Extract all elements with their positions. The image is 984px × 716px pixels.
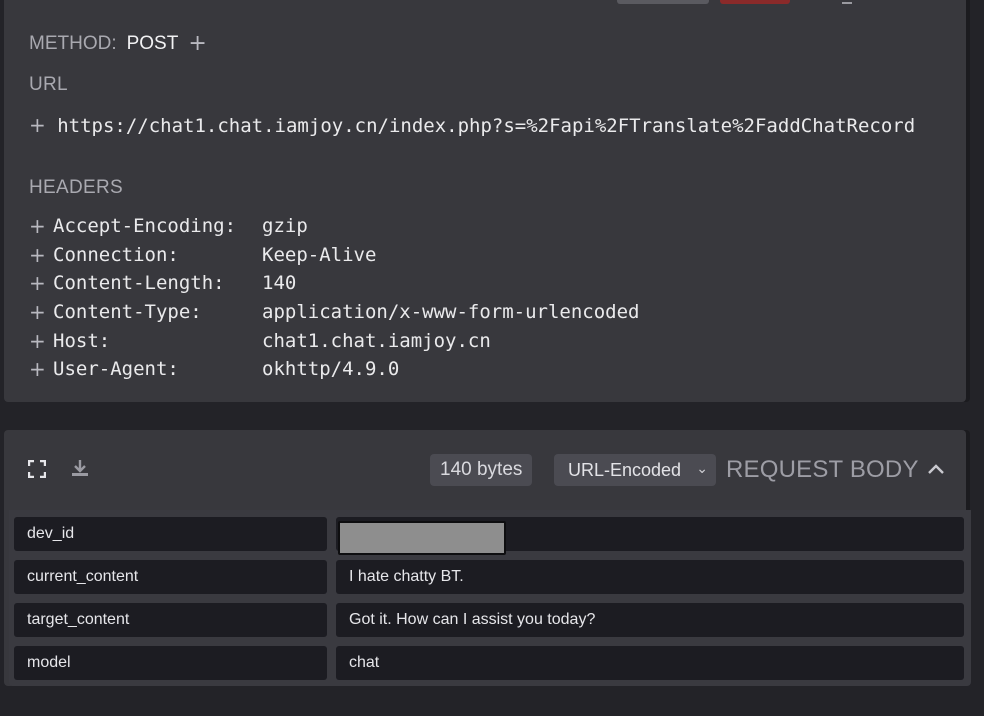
header-value: Keep-Alive	[262, 243, 377, 266]
add-header-icon[interactable]: +	[29, 302, 53, 322]
body-value-cell[interactable]	[336, 517, 964, 555]
header-row: + Host: chat1.chat.iamjoy.cn	[29, 326, 640, 355]
add-header-icon[interactable]: +	[29, 331, 53, 351]
body-value-cell[interactable]: Got it. How can I assist you today?	[336, 603, 964, 637]
header-row: + User-Agent: okhttp/4.9.0	[29, 355, 640, 384]
header-name: Content-Type:	[53, 301, 202, 324]
header-name: Accept-Encoding:	[53, 215, 237, 238]
body-key-cell[interactable]: model	[14, 646, 327, 680]
encoding-select[interactable]: URL-Encoded ⌄	[554, 454, 716, 486]
url-label: URL	[29, 74, 68, 95]
header-row: + Content-Type: application/x-www-form-u…	[29, 298, 640, 327]
partial-delete-button[interactable]	[720, 0, 790, 4]
request-body-panel: 140 bytes URL-Encoded ⌄ REQUEST BODY dev…	[4, 430, 971, 686]
encoding-select-value: URL-Encoded	[568, 459, 682, 480]
request-details-panel: METHOD: POST + URL + https://chat1.chat.…	[4, 0, 966, 402]
chevron-up-icon[interactable]	[925, 460, 947, 478]
add-header-icon[interactable]: +	[29, 273, 53, 293]
add-header-icon[interactable]: +	[29, 216, 53, 236]
method-label: METHOD:	[29, 33, 117, 54]
header-row: + Connection: Keep-Alive	[29, 241, 640, 270]
header-name: Connection:	[53, 243, 179, 266]
body-size-badge: 140 bytes	[430, 454, 533, 486]
header-value: chat1.chat.iamjoy.cn	[262, 329, 491, 352]
header-row: + Accept-Encoding: gzip	[29, 212, 640, 241]
headers-list: + Accept-Encoding: gzip + Connection: Ke…	[29, 212, 640, 384]
chevron-down-icon: ⌄	[696, 460, 708, 476]
body-key-cell[interactable]: target_content	[14, 603, 327, 637]
partial-icon	[842, 0, 852, 4]
download-icon[interactable]	[70, 458, 90, 478]
request-body-title: REQUEST BODY	[726, 456, 919, 483]
fullscreen-icon[interactable]	[28, 460, 46, 478]
request-body-table: dev_id current_content I hate chatty BT.…	[9, 510, 971, 686]
url-value: + https://chat1.chat.iamjoy.cn/index.php…	[29, 115, 949, 137]
method-row: METHOD: POST +	[29, 33, 207, 55]
url-text: https://chat1.chat.iamjoy.cn/index.php?s…	[57, 115, 916, 137]
body-key-cell[interactable]: dev_id	[14, 517, 327, 551]
add-header-icon[interactable]: +	[29, 359, 53, 379]
method-value: POST	[126, 33, 179, 54]
partial-button[interactable]	[617, 0, 709, 4]
headers-label: HEADERS	[29, 177, 123, 198]
header-value: gzip	[262, 215, 308, 238]
header-name: Content-Length:	[53, 272, 225, 295]
redacted-block	[338, 521, 506, 555]
add-header-icon[interactable]: +	[29, 245, 53, 265]
body-value-cell[interactable]: chat	[336, 646, 964, 680]
header-row: + Content-Length: 140	[29, 269, 640, 298]
body-key-cell[interactable]: current_content	[14, 560, 327, 594]
header-value: okhttp/4.9.0	[262, 358, 400, 381]
request-body-toolbar: 140 bytes URL-Encoded ⌄ REQUEST BODY	[4, 430, 966, 510]
header-name: Host:	[53, 329, 111, 352]
header-value: 140	[262, 272, 297, 295]
header-value: application/x-www-form-urlencoded	[262, 301, 640, 324]
body-value-cell[interactable]: I hate chatty BT.	[336, 560, 964, 594]
add-url-icon[interactable]: +	[29, 113, 46, 137]
header-name: User-Agent:	[53, 358, 179, 381]
add-method-icon[interactable]: +	[188, 33, 206, 55]
